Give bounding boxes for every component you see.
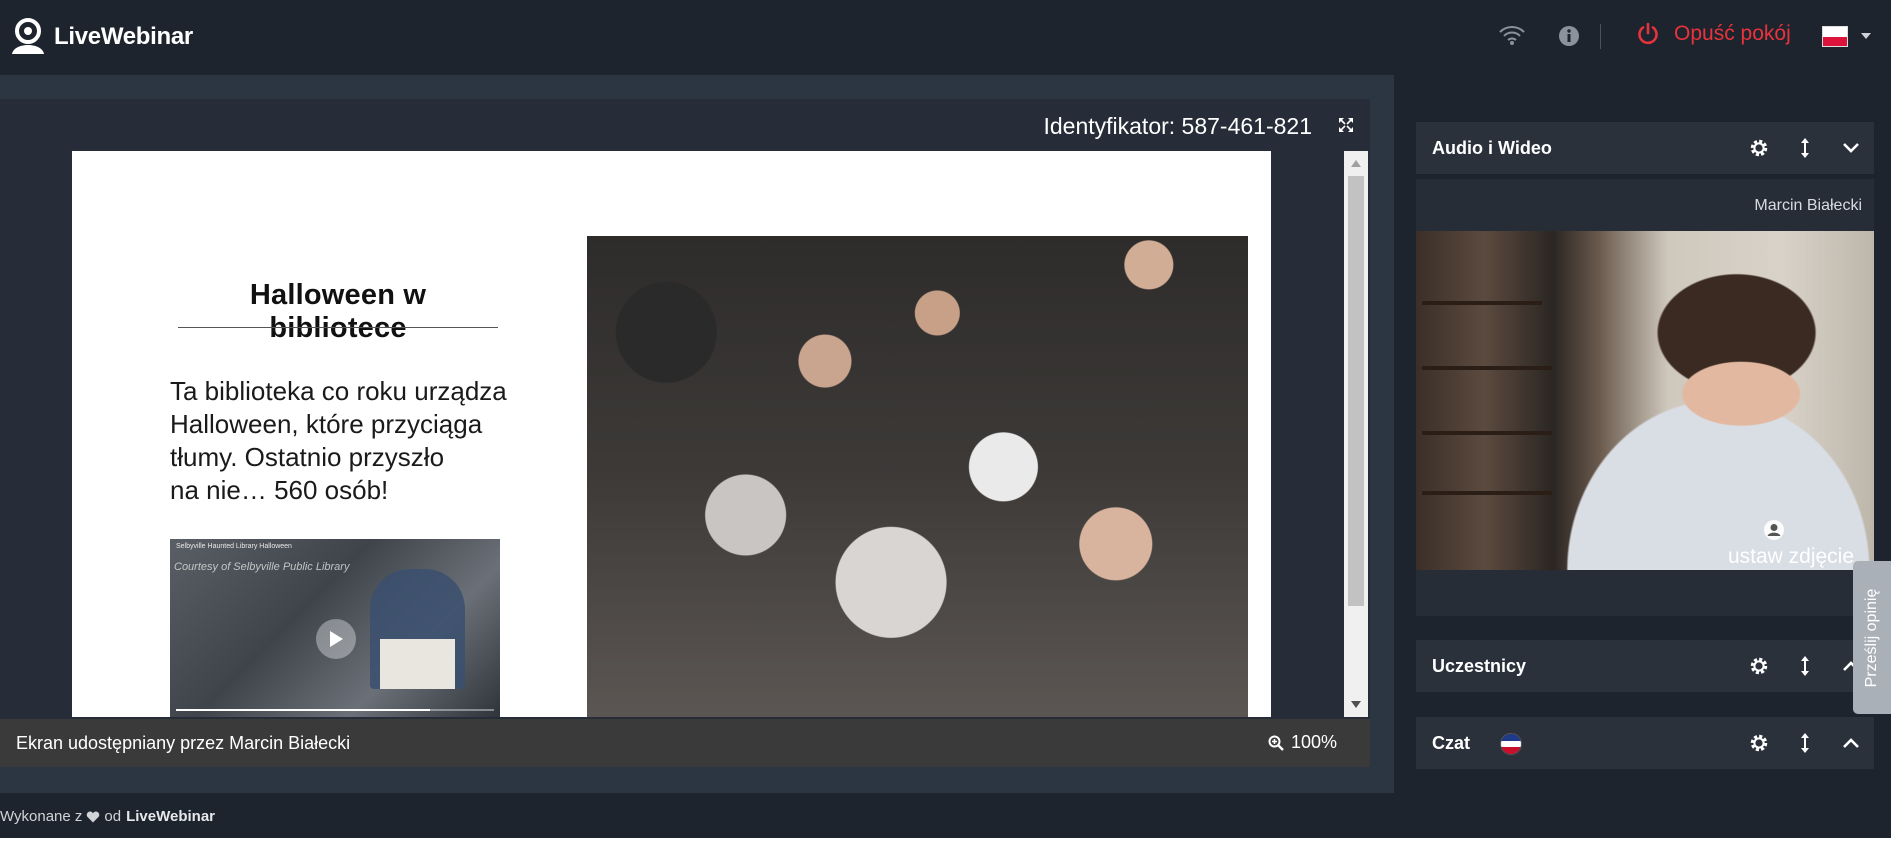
feedback-label: Prześlij opinię	[1863, 588, 1880, 687]
halloween-group-photo	[587, 236, 1248, 717]
logo-icon	[12, 18, 44, 54]
resize-vertical-icon[interactable]	[1782, 655, 1828, 677]
settings-gear-icon[interactable]	[1736, 733, 1782, 753]
avatar-icon	[1764, 520, 1784, 540]
bookshelf-shelf	[1422, 431, 1552, 435]
footer-bar	[0, 793, 1891, 838]
resize-vertical-icon[interactable]	[1782, 137, 1828, 159]
brand-name: LiveWebinar	[54, 23, 193, 50]
video-caption: Courtesy of Selbyville Public Library	[174, 561, 350, 573]
play-icon	[330, 631, 343, 647]
slide-body: Ta biblioteka co roku urządza Halloween,…	[170, 375, 530, 507]
room-identifier: Identyfikator: 587-461-821	[1043, 113, 1312, 139]
stage-footer: Ekran udostępniany przez Marcin Białecki…	[0, 719, 1370, 767]
app-logo[interactable]: LiveWebinar	[10, 18, 193, 56]
sign-board-image	[380, 639, 455, 689]
zoom-control[interactable]: 100%	[1268, 732, 1337, 753]
resize-vertical-icon[interactable]	[1782, 732, 1828, 754]
chevron-down-icon[interactable]	[1861, 33, 1871, 39]
power-icon	[1638, 22, 1658, 45]
chat-panel-header[interactable]: Czat	[1416, 717, 1874, 769]
video-title: Selbyville Haunted Library Halloween	[176, 543, 292, 550]
slide-title-underline	[178, 327, 498, 328]
embedded-video[interactable]: Selbyville Haunted Library Halloween Cou…	[170, 539, 500, 717]
audio-video-title: Audio i Wideo	[1432, 138, 1552, 158]
info-icon[interactable]	[1558, 25, 1580, 47]
video-progress-bar[interactable]	[176, 709, 494, 711]
slide-body-line: Halloween, które przyciąga	[170, 409, 483, 439]
scrollbar-thumb[interactable]	[1348, 176, 1364, 606]
right-sidebar: Audio i Wideo Marcin Białecki ustaw zdję…	[1394, 75, 1891, 793]
feedback-tab[interactable]: Prześlij opinię	[1853, 561, 1891, 714]
slide-body-line: na nie… 560 osób!	[170, 475, 389, 505]
leave-room-label: Opuść pokój	[1674, 22, 1791, 45]
settings-gear-icon[interactable]	[1736, 656, 1782, 676]
made-with-credit[interactable]: Wykonane z od LiveWebinar	[0, 808, 215, 825]
shared-slide: Halloween w bibliotece Ta biblioteka co …	[72, 151, 1271, 717]
slide-body-line: tłumy. Ostatnio przyszło	[170, 442, 445, 472]
zoom-in-icon	[1268, 735, 1284, 751]
slide-body-line: Ta biblioteka co roku urządza	[170, 376, 507, 406]
set-photo-button[interactable]: ustaw zdjęcie	[1716, 545, 1866, 569]
participants-panel-header[interactable]: Uczestnicy	[1416, 640, 1874, 692]
scroll-up-icon[interactable]	[1351, 160, 1361, 167]
bookshelf-shelf	[1422, 366, 1552, 370]
chat-language-flag-icon[interactable]	[1500, 733, 1522, 755]
zoom-level: 100%	[1291, 732, 1338, 752]
participant-video-feed[interactable]	[1416, 231, 1874, 570]
presentation-stage: Identyfikator: 587-461-821 Halloween w b…	[0, 75, 1394, 793]
heart-icon	[87, 811, 100, 822]
fullscreen-icon[interactable]	[1338, 117, 1354, 133]
page-bottom-strip	[0, 838, 1891, 847]
bookshelf-shelf	[1422, 301, 1542, 305]
credit-middle: od	[104, 808, 122, 825]
scroll-down-icon[interactable]	[1351, 701, 1361, 708]
top-bar: LiveWebinar Opuść pokój	[0, 0, 1891, 75]
expand-chevron-up-icon[interactable]	[1828, 737, 1874, 749]
bookshelf-shelf	[1422, 491, 1552, 495]
video-panel: Marcin Białecki ustaw zdjęcie	[1416, 179, 1874, 616]
settings-gear-icon[interactable]	[1736, 138, 1782, 158]
credit-brand: LiveWebinar	[126, 808, 216, 825]
participants-title: Uczestnicy	[1432, 656, 1527, 676]
slide-scrollbar[interactable]	[1344, 151, 1368, 717]
divider	[1600, 24, 1601, 49]
language-flag-icon[interactable]	[1822, 26, 1848, 47]
screen-share-area: Identyfikator: 587-461-821 Halloween w b…	[0, 99, 1370, 767]
play-button[interactable]	[316, 619, 356, 659]
collapse-chevron-down-icon[interactable]	[1828, 142, 1874, 154]
credit-prefix: Wykonane z	[0, 808, 83, 825]
chat-title: Czat	[1432, 733, 1471, 753]
audio-video-panel-header[interactable]: Audio i Wideo	[1416, 122, 1874, 174]
slide-title: Halloween w bibliotece	[249, 279, 427, 344]
leave-room-button[interactable]: Opuść pokój	[1636, 22, 1791, 46]
video-progress-fill	[176, 709, 431, 711]
shared-by-label: Ekran udostępniany przez Marcin Białecki	[16, 733, 351, 753]
participant-name: Marcin Białecki	[1754, 197, 1862, 214]
wifi-icon[interactable]	[1499, 24, 1525, 46]
